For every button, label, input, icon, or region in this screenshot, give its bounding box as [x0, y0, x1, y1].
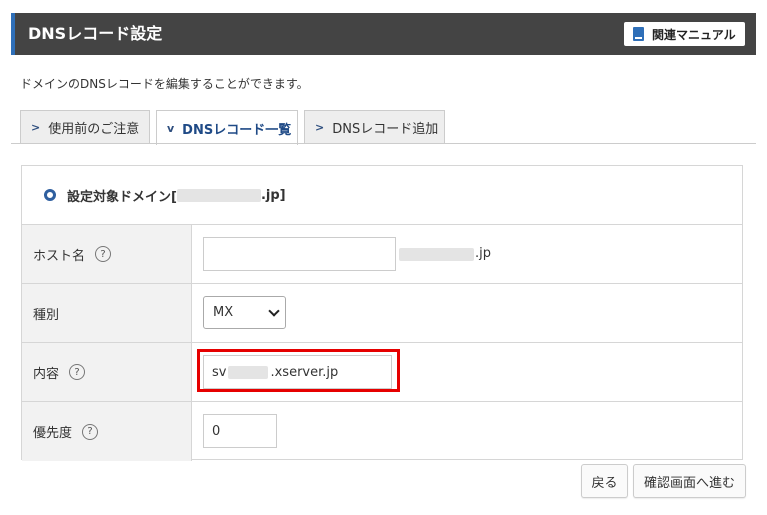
target-domain-suffix: .jp] [260, 187, 286, 203]
book-icon [633, 27, 644, 41]
record-type-selected: MX [213, 305, 234, 320]
page-header: DNSレコード設定 関連マニュアル [11, 13, 756, 55]
type-label-text: 種別 [33, 307, 60, 323]
help-icon[interactable]: ? [95, 246, 112, 262]
page-description: ドメインのDNSレコードを編集することができます。 [20, 77, 309, 91]
tab-dns-record-list[interactable]: v DNSレコード一覧 [156, 110, 298, 145]
host-domain-suffix: .jp [475, 246, 491, 261]
tab-dns-record-add[interactable]: > DNSレコード追加 [304, 110, 445, 144]
related-manual-button[interactable]: 関連マニュアル [624, 22, 745, 46]
radio-icon [44, 189, 56, 201]
tab-label: DNSレコード一覧 [182, 122, 292, 138]
priority-value: 0 [193, 402, 742, 461]
chevron-right-icon: > [315, 121, 325, 134]
help-icon[interactable]: ? [82, 423, 99, 440]
tab-label: 使用前のご注意 [48, 122, 140, 137]
header-accent-bar [11, 13, 15, 55]
host-input[interactable] [203, 237, 396, 271]
content-label: 内容 ? [22, 343, 192, 401]
host-label-text: ホスト名 [33, 248, 86, 264]
host-label: ホスト名 ? [22, 225, 192, 283]
target-domain: 設定対象ドメイン[ .jp] [22, 166, 742, 225]
host-row: ホスト名 ? .jp [22, 225, 742, 284]
host-value: .jp [193, 225, 742, 283]
priority-label: 優先度 ? [22, 402, 192, 461]
priority-input[interactable]: 0 [203, 414, 277, 448]
help-icon[interactable]: ? [69, 364, 86, 380]
redacted-domain [399, 248, 474, 261]
priority-row: 優先度 ? 0 [22, 402, 742, 461]
page-title: DNSレコード設定 [28, 24, 163, 43]
target-domain-prefix: 設定対象ドメイン[ [67, 189, 177, 205]
type-row: 種別 MX [22, 284, 742, 343]
tab-divider [11, 143, 756, 144]
type-label: 種別 [22, 284, 192, 342]
content-label-text: 内容 [33, 366, 60, 382]
related-manual-label: 関連マニュアル [652, 27, 736, 42]
chevron-down-icon: v [167, 121, 175, 135]
back-button[interactable]: 戻る [581, 464, 628, 498]
priority-label-text: 優先度 [33, 426, 73, 441]
tab-label: DNSレコード追加 [332, 122, 439, 137]
chevron-down-icon [268, 305, 280, 317]
chevron-right-icon: > [31, 121, 41, 134]
tab-precautions[interactable]: > 使用前のご注意 [20, 110, 150, 144]
highlight-box [197, 349, 400, 392]
dns-record-form: 設定対象ドメイン[ .jp] ホスト名 ? .jp 種別 MX 内容 ? sv … [21, 165, 743, 461]
record-type-select[interactable]: MX [203, 296, 286, 329]
type-value: MX [193, 284, 742, 342]
redacted-domain [176, 188, 261, 202]
confirm-button[interactable]: 確認画面へ進む [633, 464, 746, 498]
